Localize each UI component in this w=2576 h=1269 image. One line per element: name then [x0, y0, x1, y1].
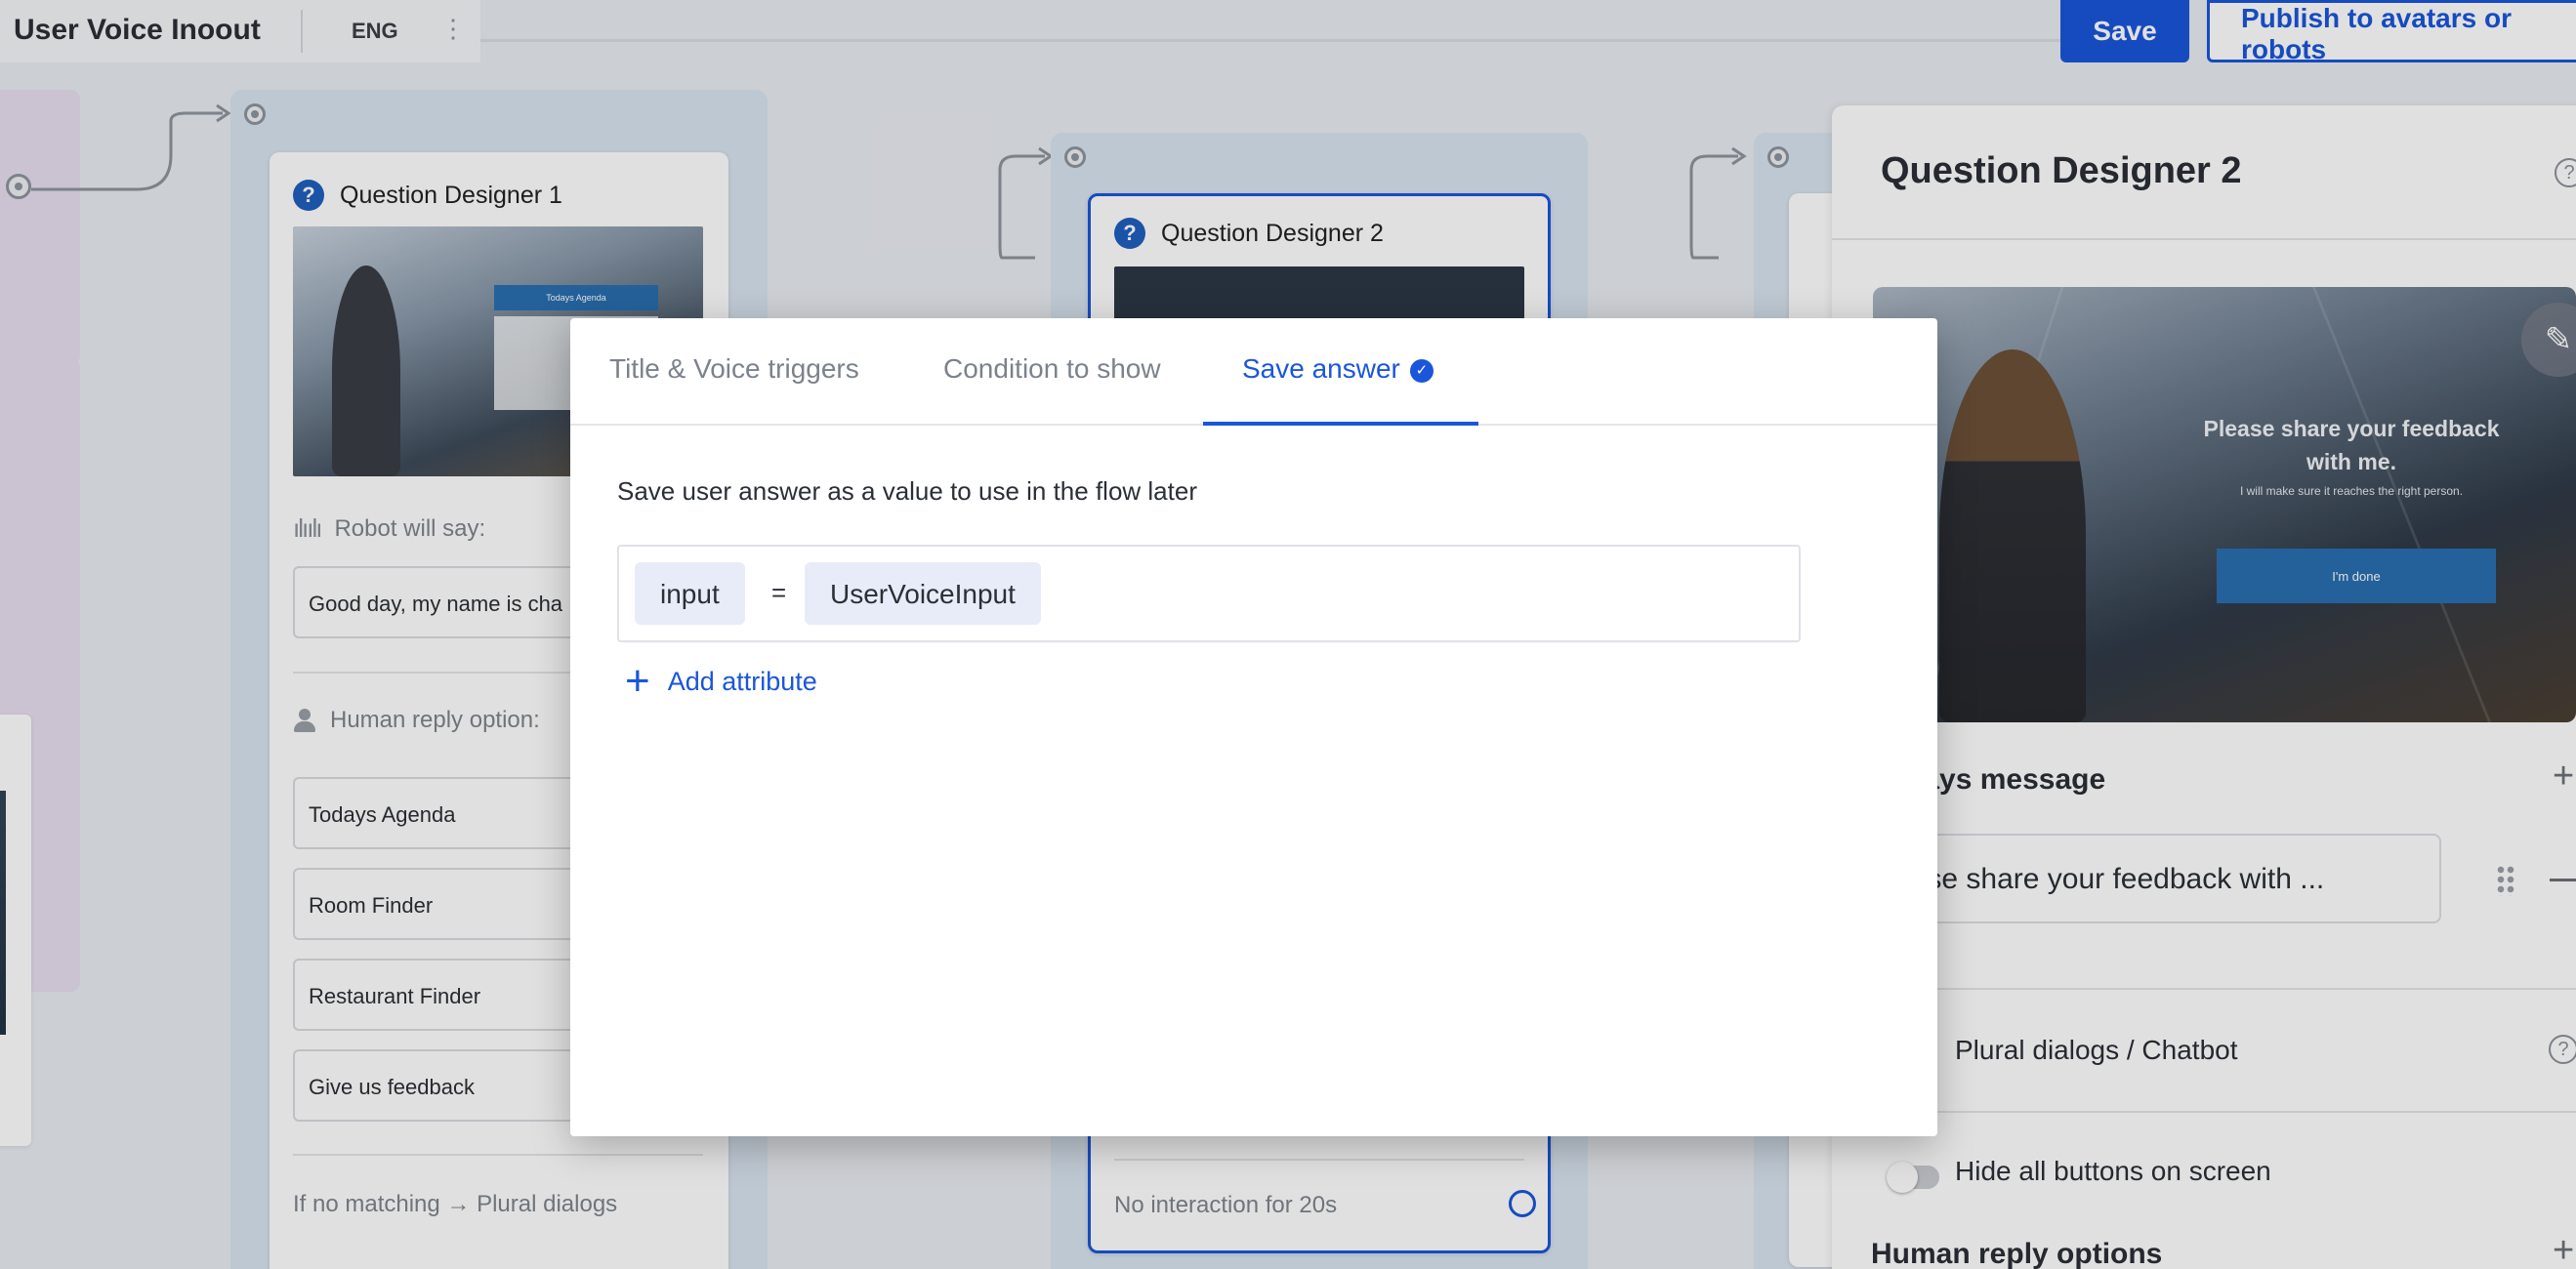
- modal-tabs: Title & Voice triggers Condition to show…: [570, 318, 1937, 426]
- attribute-row: input = UserVoiceInput: [617, 545, 1801, 642]
- node-settings-modal: Title & Voice triggers Condition to show…: [570, 318, 1937, 1136]
- tab-save-answer[interactable]: Save answer ✓: [1242, 353, 1433, 385]
- attribute-key-chip[interactable]: input: [635, 562, 745, 625]
- tab-title-voice-triggers[interactable]: Title & Voice triggers: [609, 353, 859, 385]
- tab-condition-to-show[interactable]: Condition to show: [943, 353, 1161, 385]
- tab-save-answer-label: Save answer: [1242, 353, 1400, 384]
- add-attribute-label: Add attribute: [667, 666, 817, 696]
- check-circle-icon: ✓: [1409, 358, 1433, 383]
- add-attribute-button[interactable]: + Add attribute: [625, 660, 817, 703]
- plus-icon: +: [625, 657, 650, 705]
- save-answer-description: Save user answer as a value to use in th…: [617, 476, 1197, 506]
- active-tab-indicator: [1203, 422, 1478, 426]
- attribute-value-chip[interactable]: UserVoiceInput: [805, 562, 1041, 625]
- attribute-operator: =: [771, 578, 787, 607]
